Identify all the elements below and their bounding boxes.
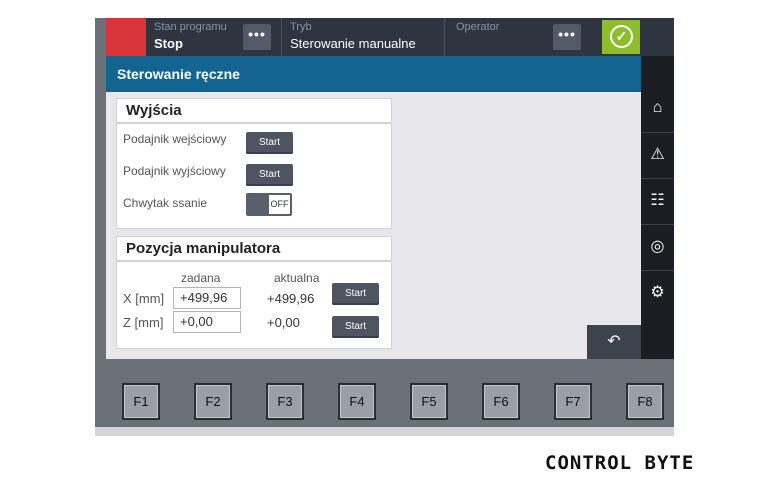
f7-key[interactable]: F7 bbox=[554, 383, 592, 420]
f8-key-label: F8 bbox=[628, 385, 662, 418]
x-actual-value: +499,96 bbox=[267, 291, 315, 306]
input-conveyor-label: Podajnik wejściowy bbox=[123, 132, 227, 146]
x-set-input[interactable]: +499,96 bbox=[173, 287, 241, 309]
back-arrow-icon: ↶ bbox=[607, 333, 621, 350]
side-navigation: ⌂ ⚠ ☷ ◎ ⚙ bbox=[641, 56, 674, 359]
program-state-value: Stop bbox=[154, 36, 183, 51]
header-divider bbox=[444, 18, 445, 56]
mode-label: Tryb bbox=[290, 21, 312, 33]
manipulator-position-group: Pozycja manipulatora zadana aktualna X [… bbox=[116, 236, 392, 349]
status-header: Stan programu Stop ••• Tryb Sterowanie m… bbox=[106, 18, 674, 56]
dashboard-icon: ◎ bbox=[650, 238, 665, 255]
document-search-icon: ☷ bbox=[650, 192, 665, 209]
output-conveyor-label: Podajnik wyjściowy bbox=[123, 164, 226, 178]
back-button[interactable]: ↶ bbox=[587, 325, 641, 359]
f1-key-label: F1 bbox=[124, 385, 158, 418]
z-axis-label: Z [mm] bbox=[123, 315, 164, 330]
program-status-indicator bbox=[106, 18, 146, 56]
f2-key[interactable]: F2 bbox=[194, 383, 232, 420]
f5-key-label: F5 bbox=[412, 385, 446, 418]
f3-key[interactable]: F3 bbox=[266, 383, 304, 420]
gear-icon: ⚙ bbox=[650, 284, 665, 301]
hmi-screen: Stan programu Stop ••• Tryb Sterowanie m… bbox=[106, 18, 674, 359]
f4-key-label: F4 bbox=[340, 385, 374, 418]
f5-key[interactable]: F5 bbox=[410, 383, 448, 420]
function-keys-bar: F1 F2 F3 F4 F5 F6 F7 F8 bbox=[95, 359, 674, 427]
mode-value: Sterowanie manualne bbox=[290, 36, 416, 51]
operator-more-button[interactable]: ••• bbox=[553, 24, 581, 50]
actual-column-header: aktualna bbox=[274, 271, 320, 285]
settings-nav-button[interactable]: ⚙ bbox=[641, 270, 674, 314]
f3-key-label: F3 bbox=[268, 385, 302, 418]
gripper-suction-toggle[interactable]: OFF bbox=[246, 193, 292, 216]
content-area: Wyjścia Podajnik wejściowy Start Podajni… bbox=[106, 92, 641, 359]
outputs-group: Wyjścia Podajnik wejściowy Start Podajni… bbox=[116, 98, 392, 229]
mode-field: Tryb Sterowanie manualne bbox=[282, 18, 444, 56]
home-nav-button[interactable]: ⌂ bbox=[641, 86, 674, 130]
page-title: Sterowanie ręczne bbox=[117, 66, 240, 82]
operator-label: Operator bbox=[456, 21, 500, 33]
z-actual-value: +0,00 bbox=[267, 315, 300, 330]
x-axis-label: X [mm] bbox=[123, 291, 165, 306]
f8-key[interactable]: F8 bbox=[626, 383, 664, 420]
panel-bottom-edge bbox=[95, 427, 674, 436]
set-column-header: zadana bbox=[181, 271, 221, 285]
warning-icon: ⚠ bbox=[650, 146, 665, 163]
dashboard-nav-button[interactable]: ◎ bbox=[641, 224, 674, 268]
toggle-state-label: OFF bbox=[269, 195, 290, 214]
f6-key-label: F6 bbox=[484, 385, 518, 418]
gripper-suction-label: Chwytak ssanie bbox=[123, 196, 208, 210]
position-group-title: Pozycja manipulatora bbox=[117, 237, 391, 262]
program-state-label: Stan programu bbox=[154, 21, 227, 33]
controlbyte-logo: CONTROL BYTE bbox=[545, 452, 695, 474]
input-conveyor-start-button[interactable]: Start bbox=[246, 132, 293, 154]
f1-key[interactable]: F1 bbox=[122, 383, 160, 420]
f6-key[interactable]: F6 bbox=[482, 383, 520, 420]
f7-key-label: F7 bbox=[556, 385, 590, 418]
z-start-button[interactable]: Start bbox=[332, 316, 379, 338]
alarms-nav-button[interactable]: ⚠ bbox=[641, 132, 674, 176]
diagnostics-nav-button[interactable]: ☷ bbox=[641, 178, 674, 222]
f2-key-label: F2 bbox=[196, 385, 230, 418]
x-start-button[interactable]: Start bbox=[332, 283, 379, 305]
hmi-panel: Stan programu Stop ••• Tryb Sterowanie m… bbox=[95, 18, 674, 436]
outputs-group-title: Wyjścia bbox=[117, 99, 391, 124]
ok-status-button[interactable]: ✓ bbox=[602, 20, 640, 54]
check-icon: ✓ bbox=[610, 25, 633, 48]
output-conveyor-start-button[interactable]: Start bbox=[246, 164, 293, 186]
home-icon: ⌂ bbox=[652, 99, 663, 116]
z-set-input[interactable]: +0,00 bbox=[173, 311, 241, 333]
f4-key[interactable]: F4 bbox=[338, 383, 376, 420]
program-state-more-button[interactable]: ••• bbox=[243, 24, 271, 50]
screen-titlebar: Sterowanie ręczne bbox=[106, 56, 641, 92]
